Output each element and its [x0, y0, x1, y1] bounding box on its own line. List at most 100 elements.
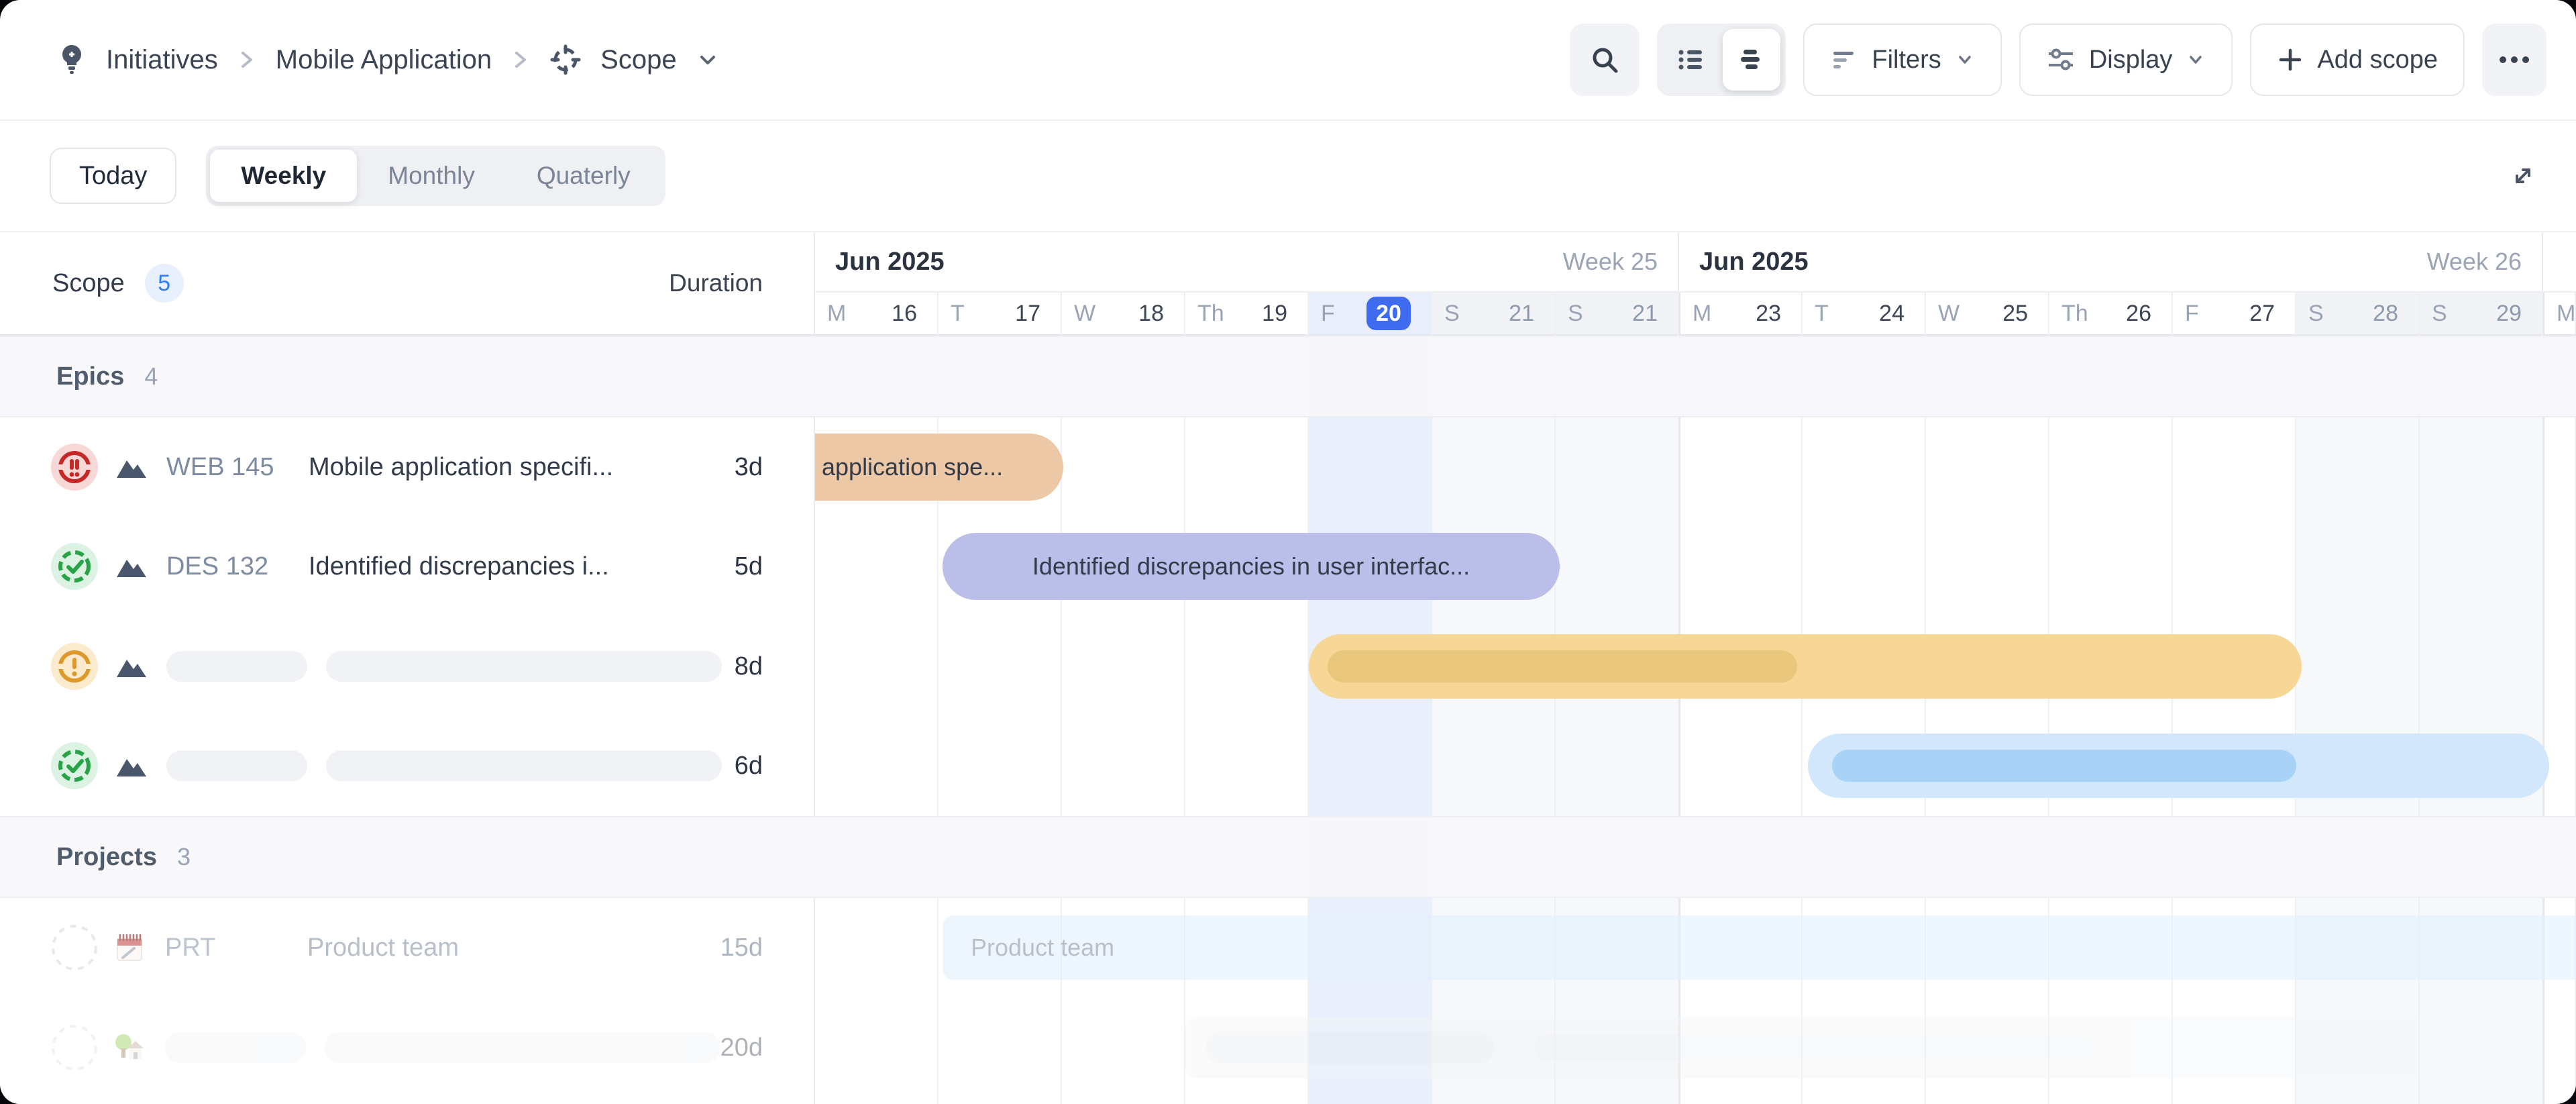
expand-icon[interactable] [2508, 160, 2538, 191]
day-header-cell[interactable]: F20 [1309, 293, 1431, 336]
skeleton-title [325, 1032, 720, 1063]
search-button[interactable] [1570, 23, 1640, 96]
day-header-cell[interactable]: M [2544, 293, 2576, 336]
gantt-bar-epic-4[interactable] [1808, 734, 2549, 798]
duration-value: 3d [735, 453, 763, 482]
tab-monthly[interactable]: Monthly [357, 150, 506, 202]
day-letter: F [2185, 301, 2199, 327]
table-row[interactable]: DES 132 Identified discrepancies i... 5d [0, 517, 815, 616]
section-header-projects[interactable]: Projects 3 [0, 816, 2576, 898]
day-header-cell[interactable]: W18 [1062, 293, 1184, 336]
calendar-icon [113, 931, 146, 964]
search-icon [1589, 44, 1620, 75]
day-number: 21 [1632, 301, 1658, 327]
gantt-bar-epic-3[interactable] [1309, 634, 2302, 699]
display-button[interactable]: Display [2019, 23, 2233, 96]
day-letter: S [2308, 301, 2324, 327]
list-icon [1676, 45, 1706, 74]
timeline-toolbar: Today Weekly Monthly Quaterly [0, 121, 2576, 232]
issue-id[interactable]: WEB 145 [166, 453, 309, 482]
gantt-bar-skeleton [1205, 1032, 1494, 1064]
day-header-cell[interactable]: Th26 [2049, 293, 2171, 336]
epic-icon [115, 754, 148, 778]
day-letter: S [1568, 301, 1583, 327]
skeleton-id [166, 750, 307, 781]
today-badge: 20 [1366, 297, 1411, 330]
section-header-epics[interactable]: Epics 4 [0, 336, 2576, 417]
breadcrumb-page[interactable]: Scope [600, 45, 676, 75]
epic-icon [115, 654, 148, 679]
add-scope-label: Add scope [2317, 46, 2438, 74]
day-header-cell[interactable]: F27 [2173, 293, 2295, 336]
project-id[interactable]: PRT [165, 934, 307, 962]
timeline-view-button[interactable] [1723, 29, 1780, 91]
gantt-bar-project-2[interactable] [1185, 1017, 2422, 1078]
day-header-cell[interactable]: W25 [1926, 293, 2048, 336]
filters-button[interactable]: Filters [1803, 23, 2001, 96]
chevron-down-icon[interactable] [696, 48, 720, 72]
issue-id[interactable]: DES 132 [166, 552, 309, 581]
week-25-header: Jun 2025 Week 25 [815, 232, 1679, 291]
tab-quaterly[interactable]: Quaterly [506, 150, 661, 202]
day-header-cell[interactable]: Th19 [1185, 293, 1307, 336]
day-letter: Th [1197, 301, 1224, 327]
table-row[interactable]: 6d [0, 716, 815, 815]
gantt-bar-des-132[interactable]: Identified discrepancies in user interfa… [943, 533, 1560, 600]
gantt-bar-web-145[interactable]: application spe... [815, 434, 1063, 501]
house-tree-icon [113, 1031, 146, 1064]
plus-icon [2277, 46, 2304, 73]
display-label: Display [2089, 46, 2173, 74]
filters-label: Filters [1872, 46, 1941, 74]
top-bar: Initiatives Mobile Application Scope [0, 0, 2576, 121]
table-row[interactable]: PRT Product team 15d [0, 898, 815, 997]
add-scope-button[interactable]: Add scope [2250, 23, 2465, 96]
day-number: 16 [892, 301, 917, 327]
scope-count-badge: 5 [145, 264, 184, 303]
breadcrumb-initiatives[interactable]: Initiatives [106, 45, 218, 75]
day-header-cell[interactable]: S28 [2296, 293, 2418, 336]
breadcrumb-project[interactable]: Mobile Application [276, 45, 492, 75]
table-row[interactable]: WEB 145 Mobile application specifi... 3d [0, 417, 815, 517]
day-letter: Th [2061, 301, 2088, 327]
day-letter: S [2432, 301, 2447, 327]
table-row[interactable]: 8d [0, 617, 815, 716]
day-letter: W [1074, 301, 1095, 327]
table-header: Scope 5 Duration [0, 232, 814, 336]
breadcrumb: Initiatives Mobile Application Scope [56, 42, 720, 77]
chevron-down-icon [1955, 50, 1975, 70]
day-header-cell[interactable]: S 21 [1556, 293, 1678, 336]
target-icon [549, 44, 582, 76]
day-letter: M [1693, 301, 1711, 327]
month-label: Jun 2025 [835, 248, 945, 277]
view-range-tabs: Weekly Monthly Quaterly [206, 146, 665, 206]
day-header-cell[interactable]: S21 [1432, 293, 1554, 336]
gantt-bar-product-team[interactable]: Product team [943, 915, 2576, 980]
more-button[interactable] [2482, 23, 2546, 96]
day-header-cell[interactable]: M23 [1680, 293, 1801, 336]
section-count: 3 [177, 843, 191, 871]
tab-weekly[interactable]: Weekly [210, 150, 357, 202]
day-number: 24 [1879, 301, 1904, 327]
lightbulb-icon [56, 42, 87, 77]
gantt-bar-progress [1328, 650, 1797, 683]
day-letter: T [1815, 301, 1829, 327]
today-button[interactable]: Today [50, 148, 176, 204]
sliders-icon [2046, 45, 2076, 74]
issue-title[interactable]: Mobile application specifi... [309, 453, 698, 482]
chevron-right-icon [237, 46, 257, 73]
duration-value: 5d [735, 552, 763, 581]
scope-column-header: Scope [52, 269, 125, 298]
day-header-cell[interactable]: S29 [2420, 293, 2542, 336]
table-row[interactable]: 20d [0, 998, 815, 1097]
day-letter: S [1444, 301, 1460, 327]
day-header-cell[interactable]: T 24 [1803, 293, 1925, 336]
project-title[interactable]: Product team [307, 934, 696, 962]
duration-value: 8d [735, 652, 763, 681]
day-header-cell[interactable]: M16 [815, 293, 937, 336]
day-header-cell[interactable]: T17 [938, 293, 1061, 336]
chevron-down-icon [2186, 50, 2206, 70]
section-title: Projects [56, 843, 157, 872]
skeleton-title [326, 651, 722, 682]
list-view-button[interactable] [1662, 29, 1720, 91]
issue-title[interactable]: Identified discrepancies i... [309, 552, 698, 581]
